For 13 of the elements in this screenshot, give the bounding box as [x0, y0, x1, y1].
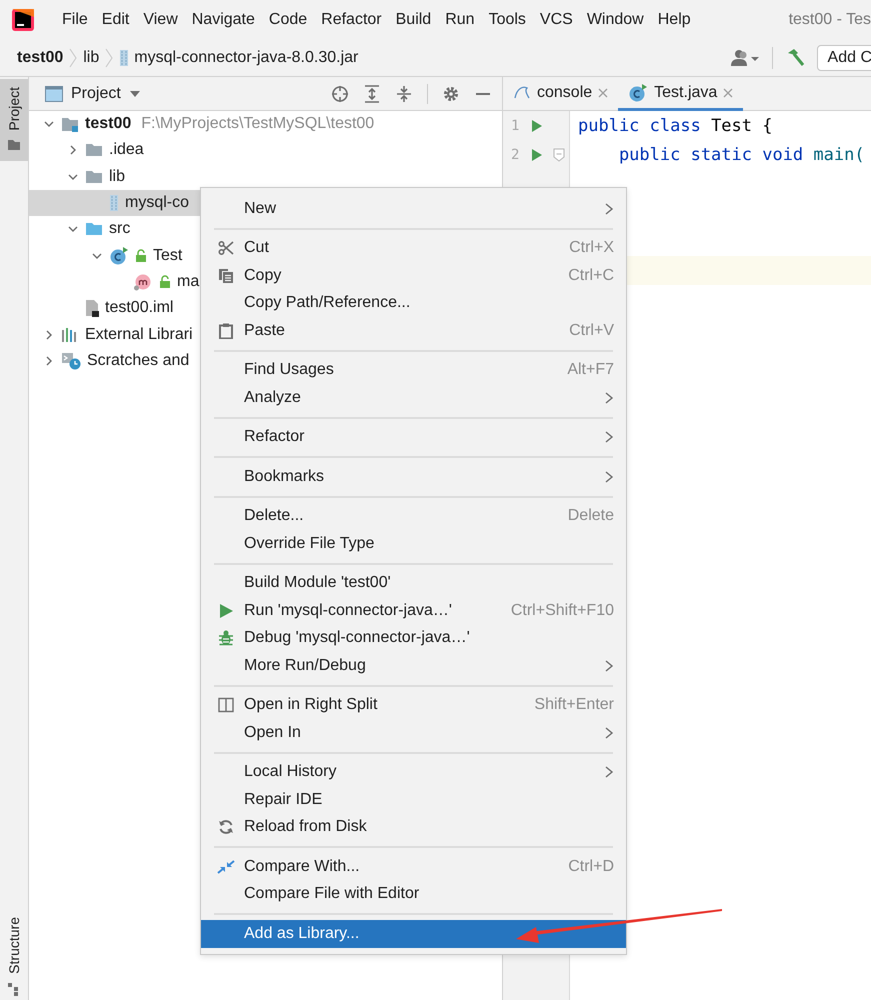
- code-line: public static void main(: [618, 144, 866, 166]
- shortcut-text: Shift+Enter: [534, 696, 614, 714]
- line-number: 2: [511, 146, 520, 162]
- shortcut-text: Ctrl+D: [568, 858, 614, 876]
- window-title: test00 - Tes: [788, 11, 871, 29]
- shortcut-text: Ctrl+X: [569, 239, 614, 258]
- shortcut-text: Delete: [568, 507, 614, 526]
- shortcut-text: Alt+F7: [567, 361, 614, 380]
- line-number: 1: [511, 118, 520, 134]
- shortcut-text: Ctrl+C: [568, 266, 614, 285]
- shortcut-text: Ctrl+Shift+F10: [510, 602, 614, 620]
- code-line: public class Test {: [577, 114, 774, 138]
- shortcut-text: Ctrl+V: [569, 322, 614, 340]
